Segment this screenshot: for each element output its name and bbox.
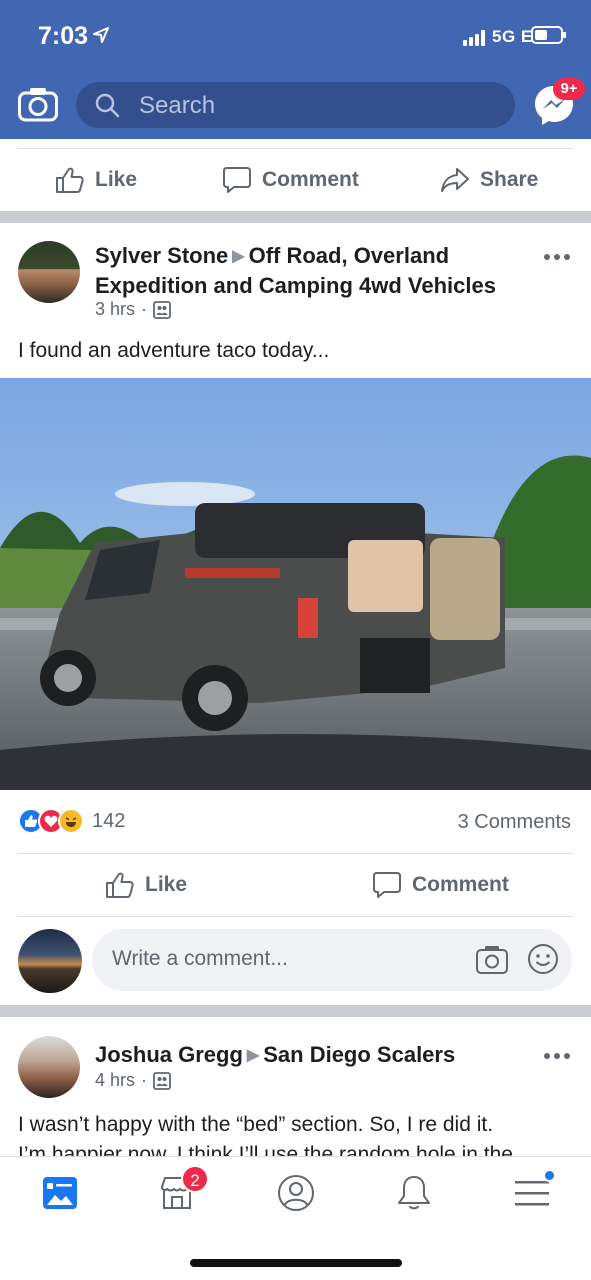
menu-icon — [515, 1181, 549, 1206]
share-button[interactable]: Share — [440, 165, 538, 195]
news-feed-icon — [43, 1177, 77, 1209]
comments-count[interactable]: 3 Comments — [458, 811, 571, 834]
divider — [18, 916, 573, 917]
post-text: I found an adventure taco today... — [18, 339, 330, 362]
previous-post-actions: Like Comment Share — [0, 149, 591, 211]
post-photo[interactable] — [0, 378, 591, 790]
post-meta: 4 hrs · — [95, 1070, 171, 1091]
network-label: 5G E — [492, 27, 533, 46]
author-name[interactable]: Joshua Gregg — [95, 1042, 243, 1067]
group-privacy-icon — [153, 300, 171, 319]
comment-placeholder: Write a comment... — [112, 947, 288, 970]
more-options-icon[interactable] — [544, 254, 570, 260]
comment-icon — [223, 167, 251, 193]
haha-reaction-icon — [58, 808, 84, 834]
group-name[interactable]: San Diego Scalers — [263, 1042, 455, 1067]
location-arrow-icon — [93, 27, 109, 43]
post-text-line: I’m happier now. I think I’ll use the ra… — [18, 1143, 513, 1156]
thumbs-up-icon — [56, 167, 84, 193]
camera-icon[interactable] — [18, 86, 58, 122]
share-label: Share — [480, 168, 539, 191]
search-input[interactable]: Search — [76, 82, 515, 128]
marketplace-badge: 2 — [181, 1165, 209, 1193]
comment-input[interactable]: Write a comment... — [92, 929, 572, 991]
author-avatar[interactable] — [18, 241, 80, 303]
post-time[interactable]: 3 hrs — [95, 299, 135, 320]
status-time: 7:03 — [38, 22, 89, 50]
author-avatar[interactable] — [18, 1036, 80, 1098]
comment-label: Comment — [412, 873, 509, 896]
menu-notification-dot — [543, 1169, 556, 1182]
arrow-icon: ▶ — [246, 1047, 260, 1064]
thumbs-up-icon — [106, 872, 134, 898]
profile-icon — [278, 1175, 314, 1211]
share-icon — [441, 168, 469, 192]
post-meta: 3 hrs · — [95, 299, 171, 320]
like-button[interactable]: Like — [105, 870, 187, 900]
comment-label: Comment — [262, 168, 359, 191]
signal-icon — [463, 30, 485, 46]
camera-icon[interactable] — [475, 943, 509, 975]
author-name[interactable]: Sylver Stone — [95, 243, 228, 268]
notifications-icon — [398, 1176, 430, 1210]
post-header: Sylver Stone ▶ Off Road, Overland Expediti… — [95, 242, 525, 299]
post-time[interactable]: 4 hrs — [95, 1070, 135, 1091]
status-bar: 7:03 5G E — [0, 0, 591, 72]
tab-profile[interactable] — [271, 1171, 321, 1215]
comment-button[interactable]: Comment — [222, 165, 359, 195]
feed-separator — [0, 211, 591, 223]
arrow-icon: ▶ — [232, 248, 245, 265]
comment-button[interactable]: Comment — [372, 870, 509, 900]
like-label: Like — [95, 168, 138, 191]
feed-separator — [0, 1005, 591, 1017]
tab-news-feed[interactable] — [35, 1171, 85, 1215]
like-label: Like — [145, 873, 188, 896]
reactions-summary[interactable]: 142 — [18, 808, 125, 834]
post-actions: Like Comment — [0, 854, 591, 916]
search-placeholder: Search — [139, 92, 216, 119]
like-button[interactable]: Like — [55, 165, 137, 195]
more-options-icon[interactable] — [544, 1053, 570, 1059]
user-avatar[interactable] — [18, 929, 82, 993]
home-indicator[interactable] — [190, 1259, 402, 1267]
post-text: I wasn’t happy with the “bed” section. S… — [18, 1110, 591, 1156]
post-header: Joshua Gregg ▶ San Diego Scalers — [95, 1041, 525, 1071]
group-privacy-icon — [153, 1071, 171, 1090]
search-icon — [95, 93, 120, 118]
battery-icon — [531, 26, 566, 44]
comment-icon — [373, 872, 401, 898]
post-text-line: I wasn’t happy with the “bed” section. S… — [18, 1113, 494, 1136]
reaction-count: 142 — [92, 809, 126, 832]
emoji-icon[interactable] — [527, 943, 559, 975]
top-bar: 7:03 5G E Search 9+ — [0, 0, 591, 139]
tab-notifications[interactable] — [389, 1171, 439, 1215]
messenger-badge: 9+ — [553, 78, 585, 100]
